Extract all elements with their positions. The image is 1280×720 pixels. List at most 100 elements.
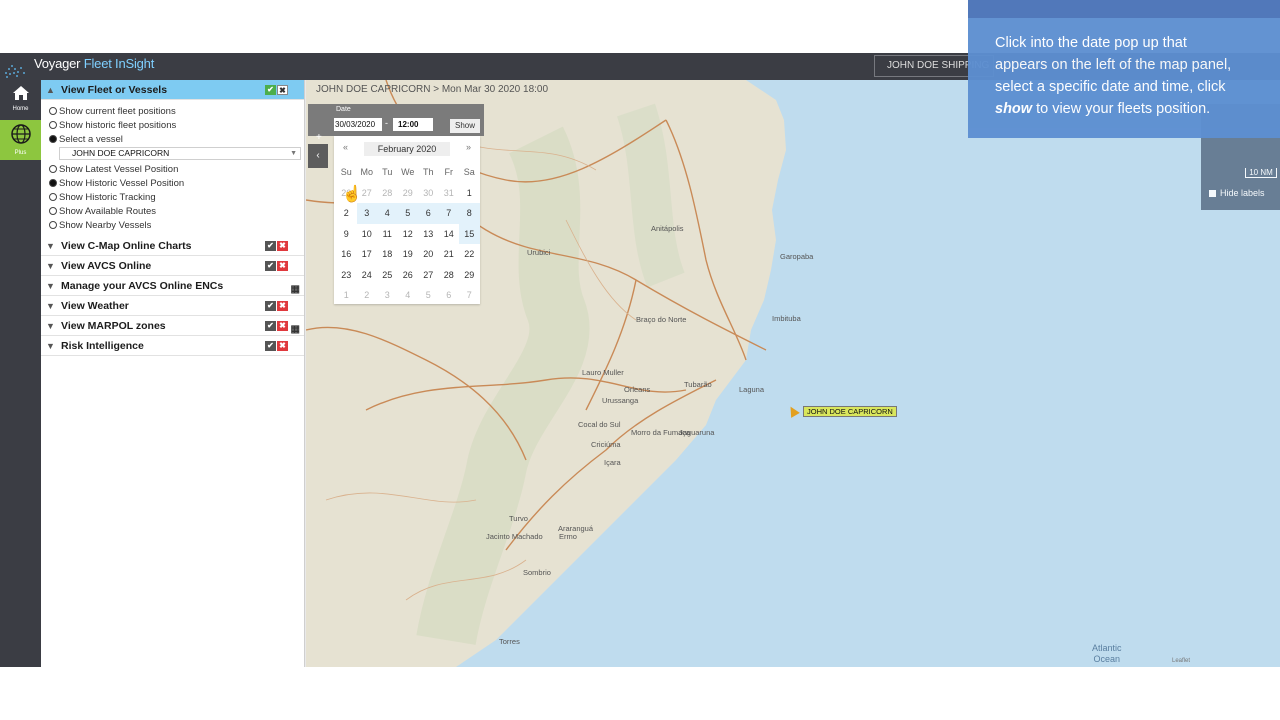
check-icon[interactable]: ✔ (265, 261, 276, 271)
calendar-day[interactable]: 5 (418, 285, 439, 306)
calendar-day[interactable]: 29 (398, 183, 419, 204)
radio-icon[interactable] (49, 221, 57, 229)
calendar-day[interactable]: 25 (377, 265, 398, 286)
option-current-fleet[interactable]: Show current fleet positions (49, 104, 304, 118)
section-weather[interactable]: ▼ View Weather ✔ ✖ (41, 296, 304, 316)
calendar-day[interactable]: 9 (336, 224, 357, 245)
section-view-fleet[interactable]: ▲ View Fleet or Vessels ✔ ✖ (41, 80, 304, 100)
close-icon[interactable]: ✖ (277, 321, 288, 331)
calendar-day[interactable]: 28 (377, 183, 398, 204)
map-view[interactable]: JOHN DOE CAPRICORN > Mon Mar 30 2020 18:… (306, 80, 1280, 667)
option-available-routes[interactable]: Show Available Routes (49, 204, 304, 218)
calendar-day[interactable]: 1 (459, 183, 480, 204)
calendar-day[interactable]: 8 (459, 203, 480, 224)
section-avcs-online[interactable]: ▼ View AVCS Online ✔ ✖ (41, 256, 304, 276)
calendar-day[interactable]: 7 (459, 285, 480, 306)
calendar-day[interactable]: 20 (418, 244, 439, 265)
map-place-label: Ermo (559, 532, 577, 541)
calendar-day[interactable]: 29 (459, 265, 480, 286)
date-filter-bar: + Date 30/03/2020 - 12:00 Show (308, 104, 484, 143)
calendar-day[interactable]: 31 (439, 183, 460, 204)
map-attribution[interactable]: Leaflet (1172, 658, 1190, 664)
calendar-day[interactable]: 13 (418, 224, 439, 245)
calendar-day[interactable]: 7 (438, 203, 459, 224)
calendar-day[interactable]: 3 (377, 285, 398, 306)
close-icon[interactable]: ✖ (277, 85, 288, 95)
calendar-day[interactable]: 27 (418, 265, 439, 286)
radio-icon[interactable] (49, 207, 57, 215)
check-icon[interactable]: ✔ (265, 301, 276, 311)
option-label: Show Available Routes (59, 205, 156, 217)
radio-selected-icon[interactable] (49, 179, 57, 187)
vessel-map-label[interactable]: JOHN DOE CAPRICORN (803, 406, 897, 417)
left-nav: Home Plus (0, 80, 41, 667)
section-marpol[interactable]: ▼ View MARPOL zones ✔ ✖ ▦ (41, 316, 304, 336)
calendar-day[interactable]: 30 (418, 183, 439, 204)
next-month-button[interactable]: » (466, 142, 471, 152)
calendar-day[interactable]: 5 (397, 203, 418, 224)
option-historic-tracking[interactable]: Show Historic Tracking (49, 190, 304, 204)
calendar-day[interactable]: 3 (356, 203, 377, 224)
section-label: Manage your AVCS Online ENCs (61, 280, 224, 292)
calendar-day[interactable]: 12 (398, 224, 419, 245)
calendar-day[interactable]: 17 (357, 244, 378, 265)
option-historic-position[interactable]: Show Historic Vessel Position (49, 176, 304, 190)
panel-collapse-button[interactable]: ‹ (308, 144, 328, 168)
option-label: Show Historic Tracking (59, 191, 156, 203)
calendar-day[interactable]: 4 (377, 203, 398, 224)
calendar-day[interactable]: 2 (336, 203, 357, 224)
calendar-day[interactable]: 21 (439, 244, 460, 265)
radio-icon[interactable] (49, 165, 57, 173)
option-select-vessel[interactable]: Select a vessel (49, 132, 304, 146)
ocean-label: Atlantic Ocean (1092, 643, 1122, 665)
section-risk[interactable]: ▼ Risk Intelligence ✔ ✖ (41, 336, 304, 356)
check-icon[interactable]: ✔ (265, 85, 276, 95)
nav-home[interactable]: Home (0, 80, 41, 116)
date-input[interactable]: 30/03/2020 (334, 118, 382, 131)
section-label: View MARPOL zones (61, 320, 166, 332)
close-icon[interactable]: ✖ (277, 261, 288, 271)
tooltip-text: Click into the date pop up that appears … (995, 32, 1278, 120)
time-select[interactable]: 12:00 (393, 118, 433, 131)
check-icon[interactable]: ✔ (265, 341, 276, 351)
option-nearby-vessels[interactable]: Show Nearby Vessels (49, 218, 304, 232)
section-manage-encs[interactable]: ▼ Manage your AVCS Online ENCs ▦ (41, 276, 304, 296)
radio-icon[interactable] (49, 107, 57, 115)
vessel-select[interactable]: JOHN DOE CAPRICORN ▼ (59, 147, 301, 160)
calendar-month[interactable]: February 2020 (363, 142, 451, 156)
calendar-day[interactable]: 11 (377, 224, 398, 245)
calendar-day[interactable]: 26 (398, 265, 419, 286)
check-icon[interactable]: ✔ (265, 241, 276, 251)
section-cmap-charts[interactable]: ▼ View C-Map Online Charts ✔ ✖ (41, 236, 304, 256)
zoom-in-icon[interactable]: + (316, 132, 322, 143)
checkbox-icon[interactable] (1209, 189, 1216, 197)
calendar-day[interactable]: 6 (439, 285, 460, 306)
calendar-day[interactable]: 24 (357, 265, 378, 286)
close-icon[interactable]: ✖ (277, 241, 288, 251)
calendar-day[interactable]: 22 (459, 244, 480, 265)
radio-icon[interactable] (49, 193, 57, 201)
close-icon[interactable]: ✖ (277, 341, 288, 351)
nav-plus[interactable]: Plus (0, 120, 41, 160)
map-place-label: Jacinto Machado (486, 532, 543, 541)
show-button[interactable]: Show (450, 119, 480, 133)
calendar-day[interactable]: 10 (357, 224, 378, 245)
calendar-day[interactable]: 2 (357, 285, 378, 306)
calendar-day[interactable]: 6 (418, 203, 439, 224)
calendar-day[interactable]: 19 (398, 244, 419, 265)
option-historic-fleet[interactable]: Show historic fleet positions (49, 118, 304, 132)
option-latest-position[interactable]: Show Latest Vessel Position (49, 162, 304, 176)
check-icon[interactable]: ✔ (265, 321, 276, 331)
hide-labels-toggle[interactable]: Hide labels (1209, 188, 1265, 198)
calendar-day[interactable]: 1 (336, 285, 357, 306)
calendar-day[interactable]: 28 (439, 265, 460, 286)
radio-icon[interactable] (49, 121, 57, 129)
calendar-day[interactable]: 4 (398, 285, 419, 306)
calendar-day[interactable]: 23 (336, 265, 357, 286)
calendar-day[interactable]: 14 (439, 224, 460, 245)
calendar-day[interactable]: 18 (377, 244, 398, 265)
calendar-day[interactable]: 15 (459, 223, 480, 244)
close-icon[interactable]: ✖ (277, 301, 288, 311)
radio-selected-icon[interactable] (49, 135, 57, 143)
calendar-day[interactable]: 16 (336, 244, 357, 265)
